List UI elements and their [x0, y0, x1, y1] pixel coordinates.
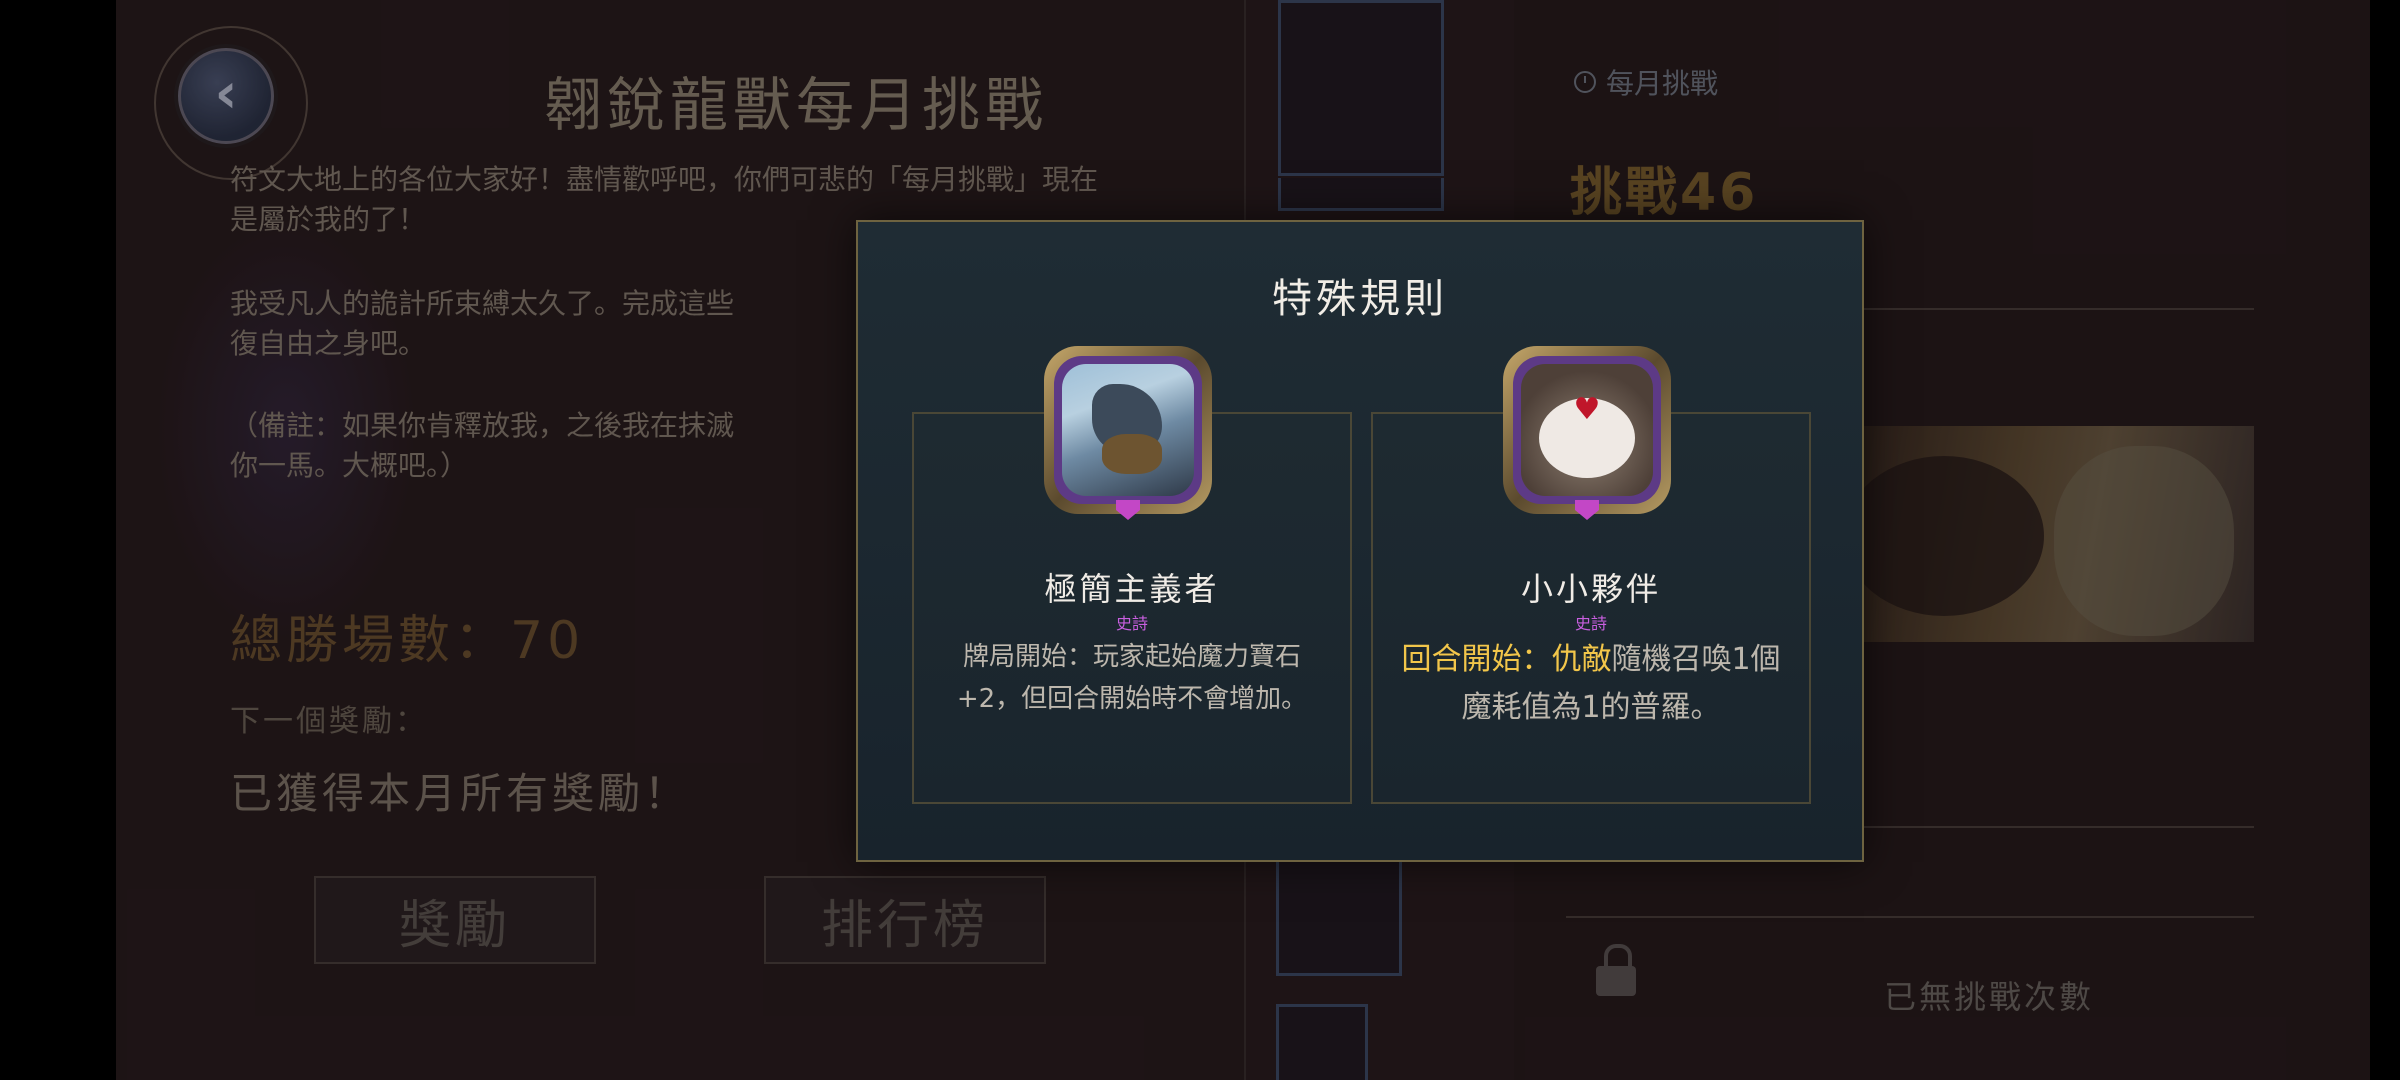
gem-icon: [1575, 500, 1599, 520]
rule-description: 回合開始：仇敵隨機召喚1個魔耗值為1的普羅。: [1397, 636, 1785, 732]
rule-rarity: 史詩: [1574, 614, 1607, 633]
modal-title: 特殊規則: [1272, 276, 1448, 322]
gem-icon: [1116, 500, 1140, 520]
game-screen: ‹ 翱銳龍獸每月挑戰 符文大地上的各位大家好！盡情歡呼吧，你們可悲的「每月挑戰」…: [116, 0, 2370, 1080]
rule-card-little-buddy[interactable]: ♥ 小小夥伴 史詩 回合開始：仇敵隨機召喚1個魔耗值為1的普羅。: [1371, 346, 1811, 804]
keyword-enemy: 仇敵: [1551, 642, 1612, 677]
rule-card-minimalist[interactable]: 極簡主義者 史詩 牌局開始：玩家起始魔力寶石+2，但回合開始時不會增加。: [912, 346, 1352, 804]
rule-name: 極簡主義者: [1044, 570, 1220, 608]
rule-icon: [1044, 346, 1212, 524]
minimalist-portrait: [1062, 364, 1194, 496]
special-rules-modal: 特殊規則 極簡主義者 史詩 牌局開始：玩家起始魔力寶石+2，但回合開始時不會增加…: [856, 220, 1864, 862]
rule-name: 小小夥伴: [1520, 570, 1661, 608]
keyword-separator: ：: [1521, 642, 1552, 677]
rule-description: 牌局開始：玩家起始魔力寶石+2，但回合開始時不會增加。: [956, 642, 1308, 714]
keyword-round-start: 回合開始: [1401, 642, 1522, 677]
rule-icon: ♥: [1503, 346, 1671, 524]
little-buddy-portrait: ♥: [1521, 364, 1653, 496]
heart-icon: ♥: [1573, 392, 1601, 427]
rule-rarity: 史詩: [1115, 614, 1148, 633]
